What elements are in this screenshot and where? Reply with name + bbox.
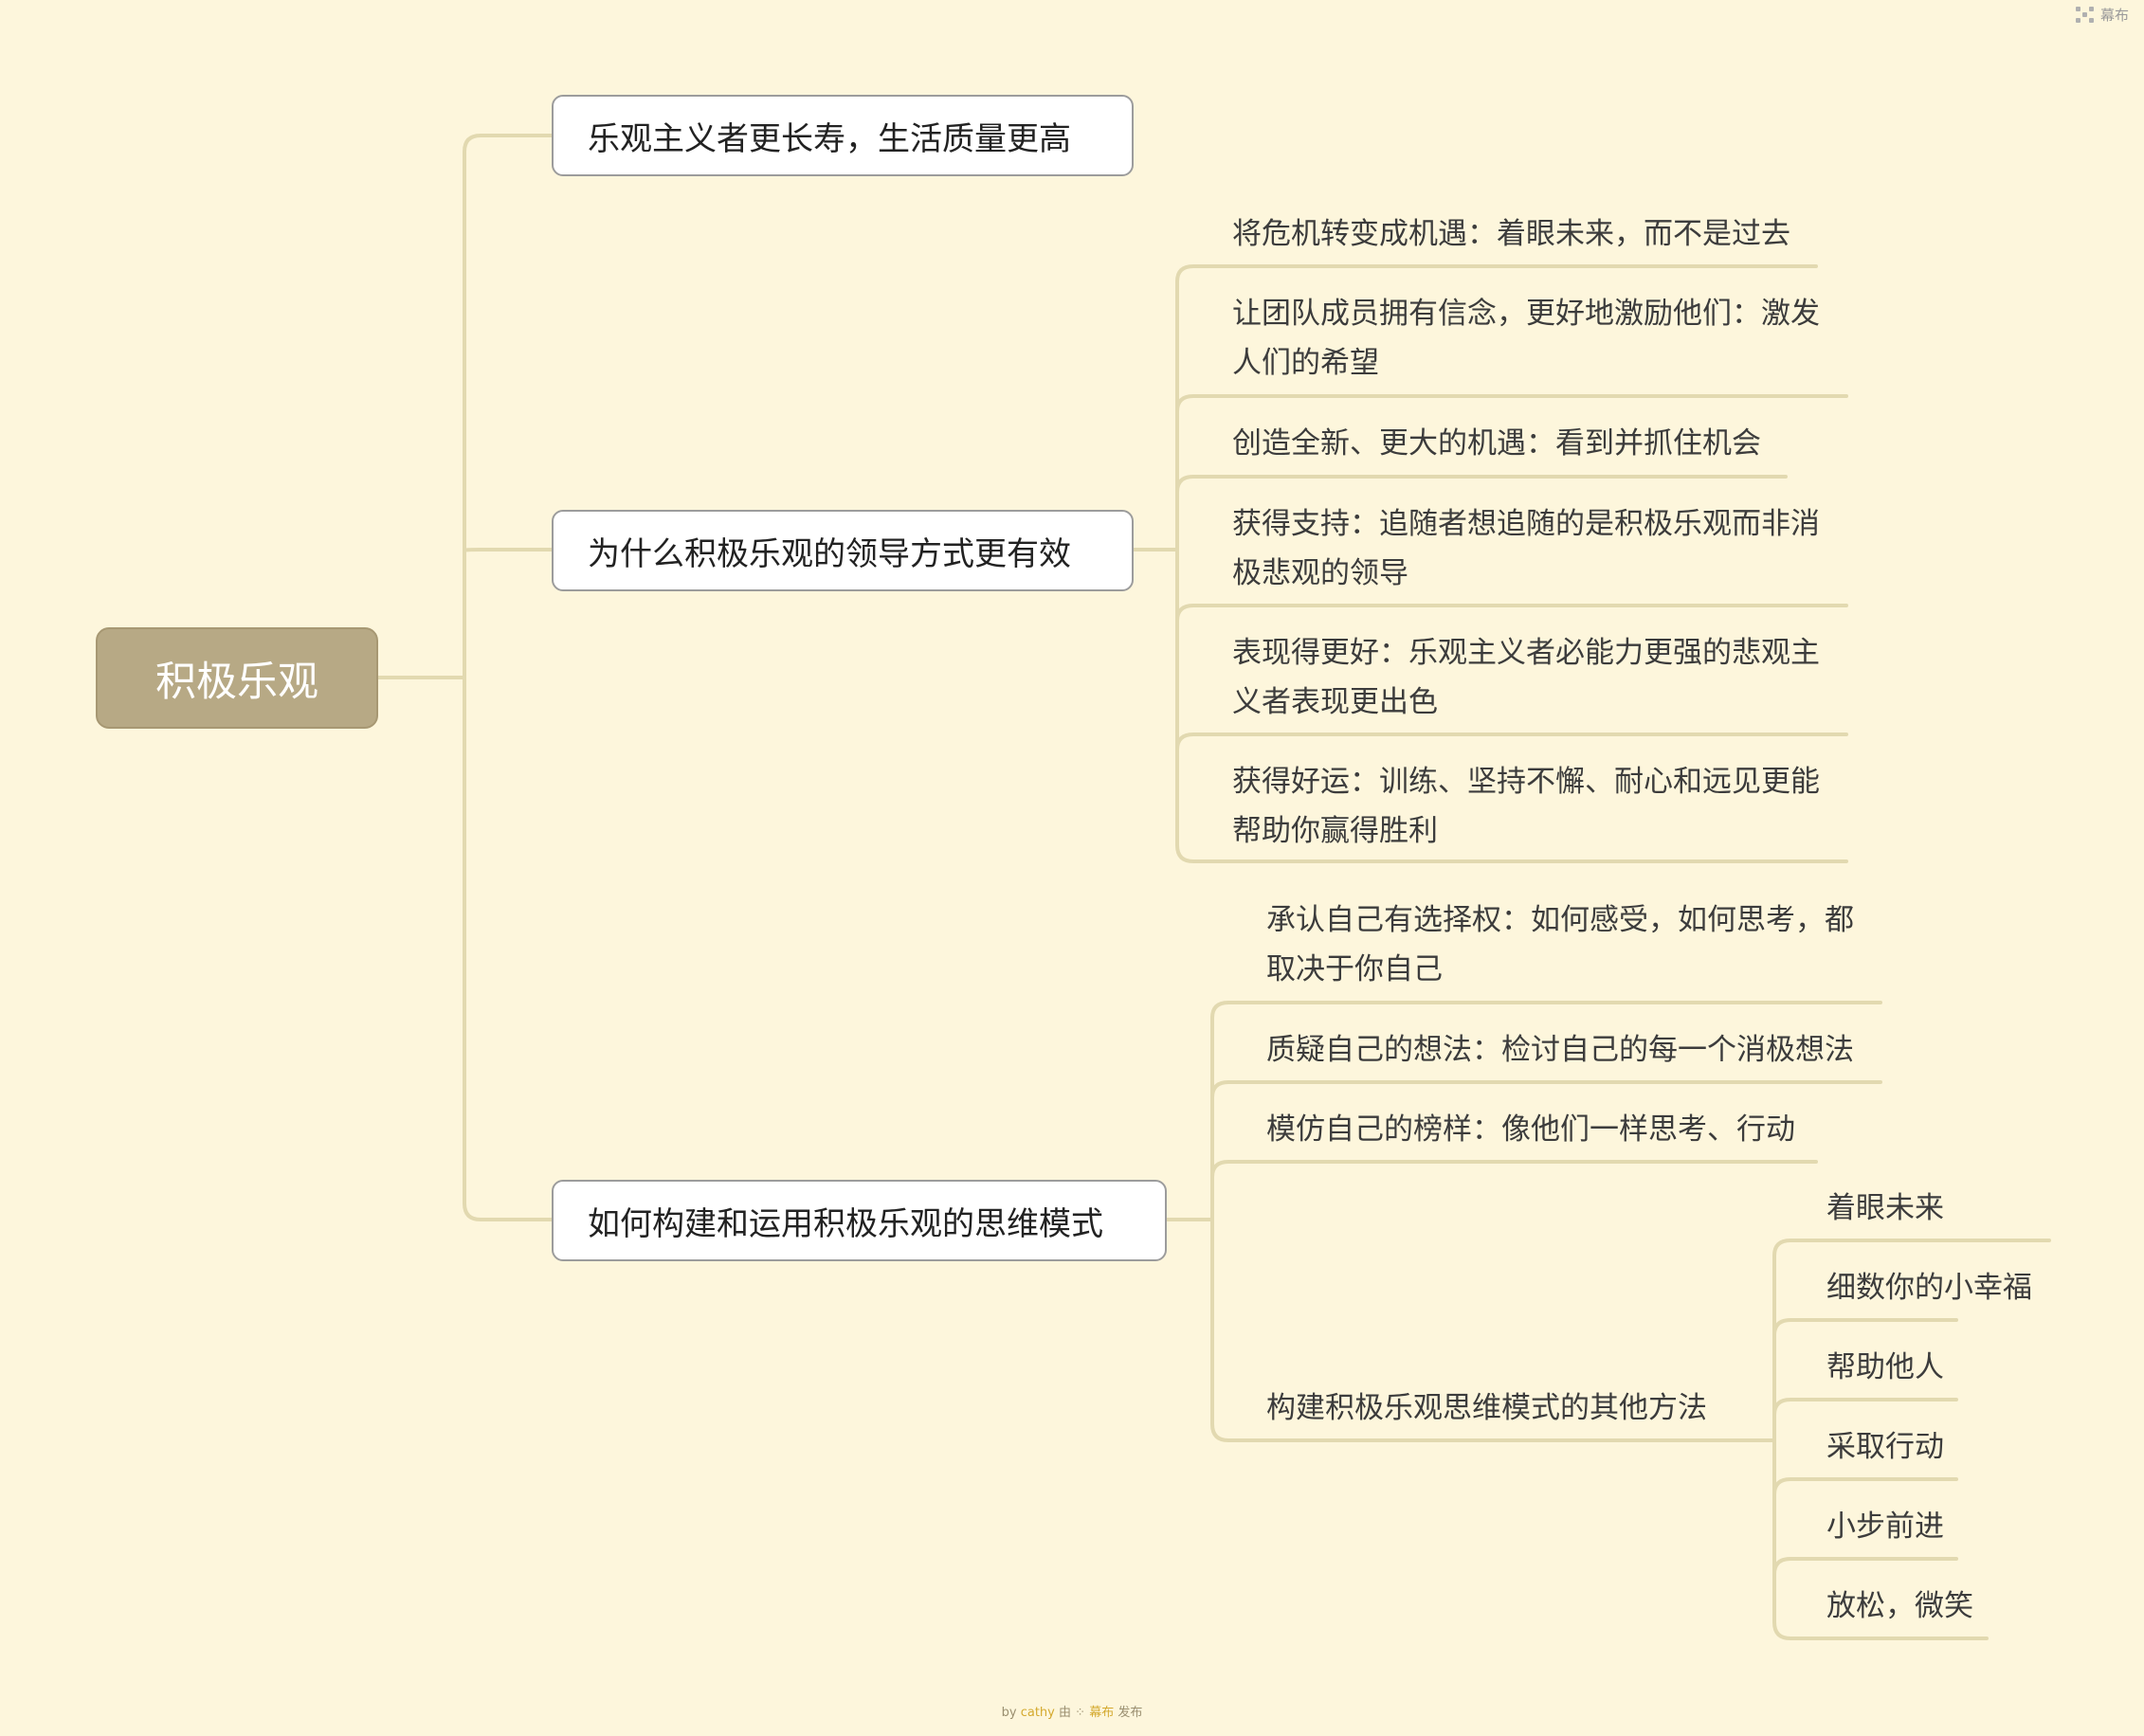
branch-3-node[interactable]: 如何构建和运用积极乐观的思维模式 <box>552 1180 1167 1261</box>
footer-author[interactable]: cathy <box>1021 1706 1055 1720</box>
connector-b4-u5 <box>1772 1557 1958 1576</box>
connector-b4-u3 <box>1772 1398 1958 1417</box>
footer-brand[interactable]: 幕布 <box>1089 1706 1114 1720</box>
footer-middle: 由 <box>1059 1706 1072 1720</box>
branch-3-child-2[interactable]: 质疑自己的想法：检讨自己的每一个消极想法 <box>1266 1025 1892 1075</box>
footer-by: by <box>1001 1706 1017 1720</box>
connector-b3-u2 <box>1210 1080 1882 1099</box>
branch-3-child-1[interactable]: 承认自己有选择权：如何感受，如何思考，都取决于你自己 <box>1266 895 1873 994</box>
brand-label: 幕布 <box>2099 7 2129 24</box>
method-item-1[interactable]: 着眼未来 <box>1826 1184 2130 1233</box>
connector-b2-u5 <box>1175 732 1848 751</box>
method-item-2[interactable]: 细数你的小幸福 <box>1826 1263 2130 1312</box>
connector-trunk <box>463 134 554 1221</box>
connector-b3-u1 <box>1210 1001 1882 1020</box>
connector-b3-u3 <box>1210 1160 1818 1179</box>
method-item-4[interactable]: 采取行动 <box>1826 1422 2130 1472</box>
mindmap-canvas: 积极乐观 乐观主义者更长寿，生活质量更高 为什么积极乐观的领导方式更有效 如何构… <box>0 0 2144 1736</box>
branch-2-child-3[interactable]: 创造全新、更大的机遇：看到并抓住机会 <box>1232 419 1839 468</box>
mubu-logo-icon <box>2075 6 2095 24</box>
root-node[interactable]: 积极乐观 <box>96 627 378 729</box>
footer-credit: by cathy 由 ⁘ 幕布 发布 <box>0 1702 2144 1720</box>
brand-watermark[interactable]: 幕布 <box>2075 5 2129 25</box>
method-item-3[interactable]: 帮助他人 <box>1826 1343 2130 1392</box>
branch-2-child-2[interactable]: 让团队成员拥有信念，更好地激励他们：激发人们的希望 <box>1232 289 1839 388</box>
connector-b4-u2 <box>1772 1318 1958 1337</box>
branch-2-child-1[interactable]: 将危机转变成机遇：着眼未来，而不是过去 <box>1232 209 1839 259</box>
connector-b4-u4 <box>1772 1477 1958 1496</box>
connector-b2-u2 <box>1175 394 1848 413</box>
branch-2-child-5[interactable]: 表现得更好：乐观主义者必能力更强的悲观主义者表现更出色 <box>1232 628 1839 727</box>
method-item-6[interactable]: 放松，微笑 <box>1826 1582 2130 1631</box>
connector-b2-u4 <box>1175 604 1848 623</box>
branch-1-node[interactable]: 乐观主义者更长寿，生活质量更高 <box>552 95 1134 176</box>
method-item-5[interactable]: 小步前进 <box>1826 1502 2130 1551</box>
branch-3-child-3[interactable]: 模仿自己的榜样：像他们一样思考、行动 <box>1266 1105 1892 1154</box>
connector-b4-u1 <box>1772 1239 2051 1257</box>
connector-lines <box>376 134 2051 1640</box>
footer-suffix: 发布 <box>1117 1706 1143 1720</box>
footer-logo-icon: ⁘ <box>1075 1706 1086 1720</box>
branch-2-child-6[interactable]: 获得好运：训练、坚持不懈、耐心和远见更能帮助你赢得胜利 <box>1232 757 1839 856</box>
connector-b2-u3 <box>1175 475 1788 494</box>
branch-2-child-4[interactable]: 获得支持：追随者想追随的是积极乐观而非消极悲观的领导 <box>1232 499 1839 598</box>
branch-3-child-4[interactable]: 构建积极乐观思维模式的其他方法 <box>1266 1383 1797 1433</box>
branch-2-node[interactable]: 为什么积极乐观的领导方式更有效 <box>552 510 1134 591</box>
connector-b2-u1 <box>1175 264 1818 283</box>
